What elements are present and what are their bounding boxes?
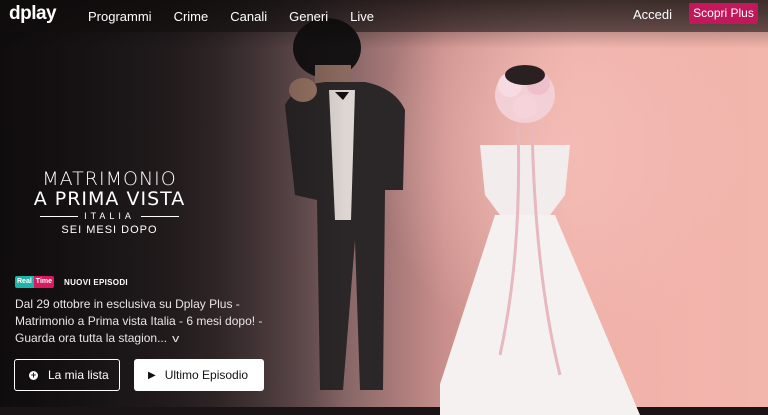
login-link[interactable]: Accedi <box>633 7 672 22</box>
title-italia-row: ITALIA <box>22 211 197 221</box>
latest-episode-label: Ultimo Episodio <box>164 368 249 382</box>
my-list-label: La mia lista <box>48 368 109 382</box>
scopri-plus-button[interactable]: Scopri Plus <box>689 3 758 24</box>
top-navigation: dplay Programmi Crime Canali Generi Live… <box>0 0 768 32</box>
plus-icon: + <box>29 369 38 380</box>
latest-episode-button[interactable]: ▶ Ultimo Episodio <box>134 359 264 391</box>
title-line-2: A PRIMA VISTA <box>33 188 186 210</box>
nav-item-crime[interactable]: Crime <box>174 9 209 24</box>
dplay-logo[interactable]: dplay <box>9 3 57 25</box>
new-episodes-tag: NUOVI EPISODI <box>64 277 128 287</box>
nav-item-generi[interactable]: Generi <box>289 9 328 24</box>
real-time-channel-badge: Real Time <box>15 276 55 288</box>
show-description: Dal 29 ottobre in esclusiva su Dplay Plu… <box>15 296 285 348</box>
divider-left <box>40 215 79 217</box>
badges-row: Real Time NUOVI EPISODI <box>15 276 128 288</box>
title-line-1: MATRIMONIO <box>42 168 177 190</box>
badge-part-real: Real <box>15 276 34 288</box>
nav-item-programmi[interactable]: Programmi <box>88 9 152 24</box>
my-list-button[interactable]: + La mia lista <box>14 359 120 391</box>
divider-right <box>140 215 179 217</box>
nav-item-live[interactable]: Live <box>350 9 374 24</box>
play-icon: ▶ <box>148 369 156 381</box>
chevron-down-icon[interactable]: v <box>172 331 179 348</box>
show-title-logo: MATRIMONIO A PRIMA VISTA ITALIA SEI MESI… <box>22 168 197 236</box>
nav-item-canali[interactable]: Canali <box>230 9 267 24</box>
title-subtitle: SEI MESI DOPO <box>61 224 158 236</box>
badge-part-time: Time <box>33 276 55 288</box>
main-nav: Programmi Crime Canali Generi Live <box>88 9 374 24</box>
description-text: Dal 29 ottobre in esclusiva su Dplay Plu… <box>15 297 263 345</box>
title-line-3: ITALIA <box>84 211 135 221</box>
